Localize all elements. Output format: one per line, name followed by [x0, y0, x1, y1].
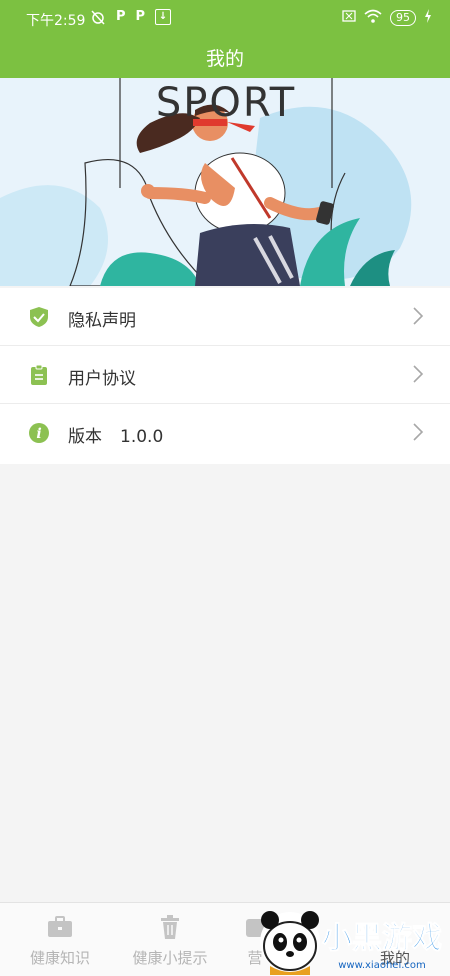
p-notification-icon: P: [116, 9, 126, 24]
settings-menu: 隐私声明 用户协议 i 版本 1.0.0: [0, 288, 450, 464]
charging-icon: [424, 9, 432, 26]
p-notification-icon: P: [135, 9, 146, 24]
title-bar: 我的: [0, 38, 450, 78]
banner-text-layer: SPORT: [156, 80, 296, 126]
tab-label: 健康知识: [29, 949, 90, 967]
wifi-icon: [364, 9, 382, 26]
chevron-right-icon: [412, 307, 424, 325]
watermark-logo: 小黑游戏 www.xiaohei.com: [260, 911, 443, 975]
status-notification-icons: P P ↓: [90, 9, 172, 29]
version-value: 1.0.0: [120, 427, 164, 447]
chevron-right-icon: [412, 423, 424, 441]
chevron-right-icon: [412, 365, 424, 383]
battery-indicator: 95: [390, 9, 416, 26]
clipboard-icon: [28, 364, 50, 386]
menu-item-label: 用户协议: [68, 369, 136, 389]
trash-icon: [157, 915, 183, 939]
status-bar: 下午2:59 P P ↓ 95: [0, 0, 450, 38]
shield-check-icon: [28, 306, 50, 328]
watermark-text: 小黑游戏: [322, 921, 442, 956]
alarm-off-icon: [90, 9, 106, 29]
tab-health-knowledge[interactable]: 健康知识: [5, 903, 115, 976]
briefcase-icon: [47, 915, 73, 939]
menu-item-privacy[interactable]: 隐私声明: [0, 288, 450, 346]
sim-off-icon: [342, 10, 356, 25]
tab-label: 健康小提示: [132, 949, 208, 967]
menu-item-label: 隐私声明: [68, 311, 136, 331]
svg-text:i: i: [36, 426, 41, 442]
banner-title: SPORT: [156, 80, 296, 126]
info-icon: i: [28, 422, 50, 444]
status-time: 下午2:59: [26, 13, 86, 29]
menu-item-user-agreement[interactable]: 用户协议: [0, 346, 450, 404]
sport-banner: SPORT: [0, 78, 450, 286]
version-label: 版本: [68, 427, 102, 447]
page-title: 我的: [205, 48, 244, 70]
menu-item-version[interactable]: i 版本 1.0.0: [0, 404, 450, 464]
menu-item-label: 版本 1.0.0: [68, 422, 163, 447]
tab-health-tips[interactable]: 健康小提示: [115, 903, 225, 976]
watermark-url: www.xiaohei.com: [338, 960, 426, 971]
download-icon: ↓: [155, 9, 172, 25]
